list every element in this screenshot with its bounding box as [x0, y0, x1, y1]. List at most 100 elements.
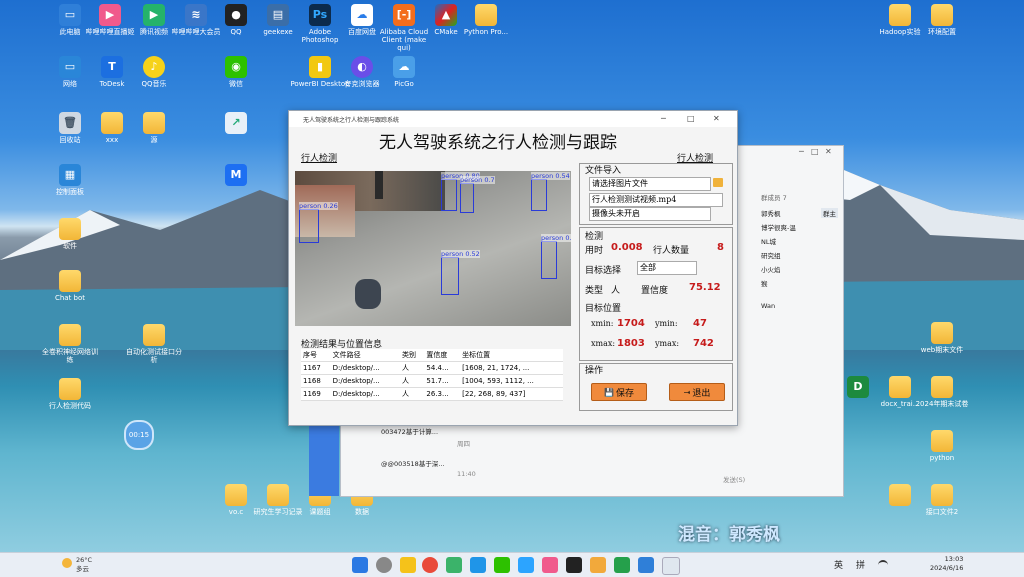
desktop-icon-python-folder[interactable]: Python Pro...: [456, 4, 516, 36]
target-select[interactable]: 全部: [637, 261, 697, 275]
cloud-icon: ☁: [351, 4, 373, 26]
pedestrian-detection-window[interactable]: 无人驾驶系统之行人检测与跟踪系统 ─ □ ✕ 无人驾驶系统之行人检测与跟踪 行人…: [288, 110, 738, 426]
member-item[interactable]: 研究组: [761, 250, 781, 260]
member-item[interactable]: 郭秀枫: [761, 208, 781, 218]
member-item[interactable]: 猴: [761, 278, 768, 288]
chat-list-item[interactable]: 003472基于计算...: [381, 426, 438, 436]
chat-list-item[interactable]: @@003518基于深...: [381, 458, 445, 468]
folder-icon: [267, 484, 289, 506]
ymax-value: 742: [693, 338, 714, 349]
excel-icon: D: [847, 376, 869, 398]
folder-icon: [475, 4, 497, 26]
ime-mode[interactable]: 拼: [856, 558, 865, 571]
camera-field[interactable]: 摄像头未开启: [589, 207, 711, 221]
send-button[interactable]: 发送(S): [723, 474, 745, 484]
ymin-value: 47: [693, 318, 707, 329]
folder-icon: [225, 484, 247, 506]
app-icon[interactable]: [590, 557, 606, 573]
folder-icon: [889, 4, 911, 26]
start-icon[interactable]: [352, 557, 368, 573]
desktop-icon-software[interactable]: 软件: [40, 218, 100, 250]
alibaba-icon: [-]: [393, 4, 415, 26]
desktop-icon-env[interactable]: 环境配置: [912, 4, 972, 36]
desktop-icon-folder-src[interactable]: 源: [124, 112, 184, 144]
folder-open-icon[interactable]: [713, 178, 723, 187]
wifi-icon[interactable]: [878, 560, 888, 570]
folder-icon: [931, 430, 953, 452]
save-button[interactable]: 💾 保存: [591, 383, 647, 401]
desktop-icon-app-blue[interactable]: M: [206, 164, 266, 188]
ime-indicator[interactable]: 英: [834, 558, 843, 571]
music-icon: ♪: [143, 56, 165, 78]
desktop-icon-fcn[interactable]: 全卷积神经网络训练: [40, 324, 100, 364]
vscode-icon[interactable]: [638, 557, 654, 573]
terminal-icon[interactable]: [566, 557, 582, 573]
desktop-icon-control-panel[interactable]: ▦ 控制面板: [40, 164, 100, 196]
folder-icon: [59, 324, 81, 346]
qq-icon[interactable]: [518, 557, 534, 573]
folder-icon: [59, 270, 81, 292]
desktop-icon-auto-test[interactable]: 自动化测试接口分析: [124, 324, 184, 364]
detection-label: 检测: [585, 232, 604, 242]
desktop-icon-chatbot[interactable]: Chat bot: [40, 270, 100, 302]
edge-icon[interactable]: [470, 557, 486, 573]
wechat-icon: ◉: [225, 56, 247, 78]
type-value: 人: [611, 286, 621, 296]
image-file-field[interactable]: 请选择图片文件: [589, 177, 711, 191]
folder-icon: [931, 322, 953, 344]
page-title: 无人驾驶系统之行人检测与跟踪: [379, 133, 617, 153]
ymin-label: ymin:: [655, 319, 678, 328]
chrome-icon[interactable]: [422, 557, 438, 573]
maximize-icon[interactable]: □: [811, 147, 819, 156]
detection-box: person 0.54: [531, 172, 570, 211]
app-window-icon[interactable]: [662, 557, 680, 575]
close-icon[interactable]: ✕: [713, 114, 720, 123]
desktop-icon-pedestrian-code[interactable]: 行人检测代码: [40, 378, 100, 410]
maximize-icon[interactable]: □: [687, 114, 695, 123]
table-row[interactable]: 1168 D:/desktop/... 人 51.7... [1004, 593, 11…: [301, 374, 563, 388]
minimize-icon[interactable]: ─: [799, 147, 804, 156]
desktop-icon-wechat[interactable]: ◉ 微信: [206, 56, 266, 88]
position-label: 目标位置: [585, 304, 622, 314]
member-item[interactable]: NL城: [761, 236, 776, 246]
detection-video-frame: person 0.26 person 0.80 person 0.7 perso…: [295, 171, 571, 326]
qq-icon: ●: [225, 4, 247, 26]
search-icon[interactable]: [376, 557, 392, 573]
folder-icon: [101, 112, 123, 134]
exit-button[interactable]: ⇥ 退出: [669, 383, 725, 401]
member-item[interactable]: 博学很爽-温: [761, 222, 796, 232]
ymax-label: ymax:: [655, 339, 680, 348]
desktop-icon-picgo[interactable]: ☁ PicGo: [374, 56, 434, 88]
operation-label: 操作: [585, 366, 604, 376]
app-icon[interactable]: [446, 557, 462, 573]
member-header: 群成员 7: [761, 194, 787, 202]
close-icon[interactable]: ✕: [825, 147, 832, 156]
member-item[interactable]: 小火焰: [761, 264, 781, 274]
desktop-icon-final-paper[interactable]: 2024年期末试卷: [912, 376, 972, 408]
folder-icon: [931, 4, 953, 26]
bilibili-icon: ▶: [99, 4, 121, 26]
wechat-icon[interactable]: [494, 557, 510, 573]
desktop-icon-shortcut[interactable]: ↗: [206, 112, 266, 136]
weather-icon: [62, 558, 72, 568]
desktop-icon-python[interactable]: python: [912, 430, 972, 462]
desktop-icon-web-final[interactable]: web期末文件: [912, 322, 972, 354]
minimize-icon[interactable]: ─: [661, 114, 666, 123]
xmax-value: 1803: [617, 338, 645, 349]
desktop-icon-qq-music[interactable]: ♪ QQ音乐: [124, 56, 184, 88]
results-table[interactable]: 序号 文件路径 类别 置信度 坐标位置 1167 D:/desktop/... 人 5…: [301, 349, 563, 401]
time-label: 用时: [585, 246, 604, 256]
folder-icon: [931, 376, 953, 398]
pycharm-icon[interactable]: [614, 557, 630, 573]
target-select-label: 目标选择: [585, 266, 622, 276]
bilibili-icon[interactable]: [542, 557, 558, 573]
table-row[interactable]: 1169 D:/desktop/... 人 26.3... [22, 268, 89, …: [301, 387, 563, 401]
clock[interactable]: 13:03 2024/6/16: [930, 555, 963, 573]
file-explorer-icon[interactable]: [400, 557, 416, 573]
desktop-icon-interface2[interactable]: 接口文件2: [912, 484, 972, 516]
network-icon: ▭: [59, 56, 81, 78]
video-file-field[interactable]: 行人检测测试视频.mp4: [589, 193, 723, 207]
member-item[interactable]: Wan: [761, 302, 775, 310]
folder-icon: [59, 378, 81, 400]
table-row[interactable]: 1167 D:/desktop/... 人 54.4... [1608, 21, 172…: [301, 361, 563, 375]
